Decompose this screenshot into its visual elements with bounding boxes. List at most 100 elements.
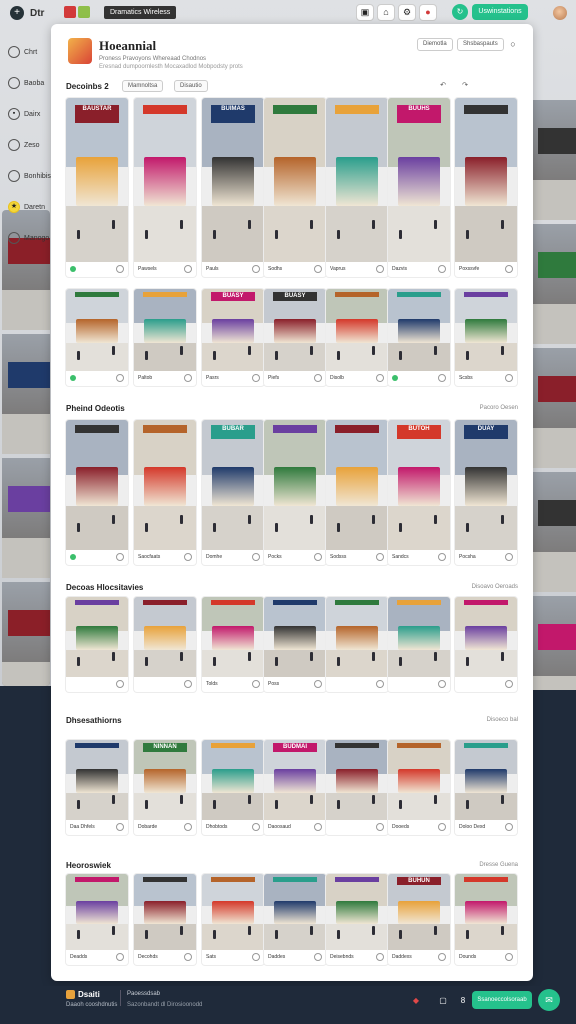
- favorite-icon[interactable]: [438, 553, 446, 561]
- header-button-2[interactable]: Shsbaspauts: [457, 38, 504, 51]
- section-see-all-link[interactable]: Dresse Guena: [479, 862, 518, 868]
- asset-card[interactable]: Daa Dhfels: [66, 740, 128, 835]
- asset-card[interactable]: Deadds: [66, 874, 128, 965]
- favorite-icon[interactable]: [505, 953, 513, 961]
- favorite-icon[interactable]: [505, 680, 513, 688]
- favorite-icon[interactable]: [376, 553, 384, 561]
- favorite-icon[interactable]: [314, 553, 322, 561]
- undo-icon[interactable]: ↶: [436, 80, 450, 92]
- asset-card[interactable]: [388, 289, 450, 386]
- sync-icon[interactable]: ↻: [452, 4, 468, 20]
- favorite-icon[interactable]: [376, 265, 384, 273]
- asset-card[interactable]: Dooeds: [388, 740, 450, 835]
- share-icon[interactable]: 8: [457, 995, 469, 1007]
- section-see-all-link[interactable]: Pacoro Oesen: [480, 405, 518, 411]
- asset-card[interactable]: [134, 597, 196, 692]
- asset-card[interactable]: [388, 597, 450, 692]
- asset-card[interactable]: Dhobtods: [202, 740, 264, 835]
- top-cta-button[interactable]: Uswinstations: [472, 4, 528, 20]
- asset-card[interactable]: NINNAN Dobarde: [134, 740, 196, 835]
- favorite-icon[interactable]: [116, 553, 124, 561]
- asset-card[interactable]: Poxssvfe: [455, 98, 517, 277]
- asset-card[interactable]: BUTOH Sandcs: [388, 420, 450, 565]
- filter-chip[interactable]: Disautio: [174, 80, 208, 92]
- close-icon[interactable]: ○: [507, 38, 519, 50]
- favorite-icon[interactable]: [116, 265, 124, 273]
- redo-icon[interactable]: ↷: [458, 80, 472, 92]
- sidebar-item[interactable]: Chrt: [8, 40, 50, 64]
- favorite-icon[interactable]: [438, 823, 446, 831]
- favorite-icon[interactable]: [184, 680, 192, 688]
- favorite-icon[interactable]: [252, 553, 260, 561]
- asset-card[interactable]: [326, 740, 388, 835]
- favorite-icon[interactable]: [116, 953, 124, 961]
- favorite-icon[interactable]: [438, 374, 446, 382]
- favorite-icon[interactable]: [116, 680, 124, 688]
- asset-card[interactable]: Tolds: [202, 597, 264, 692]
- asset-card[interactable]: [66, 597, 128, 692]
- asset-card[interactable]: BUHUN Daddexs: [388, 874, 450, 965]
- favorite-icon[interactable]: [116, 823, 124, 831]
- asset-card[interactable]: Scsbs: [455, 289, 517, 386]
- sidebar-item[interactable]: Zeso: [8, 133, 50, 157]
- favorite-icon[interactable]: [314, 680, 322, 688]
- favorite-icon[interactable]: [438, 265, 446, 273]
- asset-card[interactable]: Daddes: [264, 874, 326, 965]
- inbox-icon[interactable]: ▢: [437, 995, 449, 1007]
- header-button-1[interactable]: Diemotla: [417, 38, 453, 51]
- record-icon[interactable]: ●: [419, 4, 437, 21]
- asset-card[interactable]: BUASY Piefs: [264, 289, 326, 386]
- asset-card[interactable]: [66, 420, 128, 565]
- favorite-icon[interactable]: [252, 265, 260, 273]
- asset-card[interactable]: Saocfaats: [134, 420, 196, 565]
- favorite-icon[interactable]: [314, 953, 322, 961]
- favorite-icon[interactable]: [252, 374, 260, 382]
- favorite-icon[interactable]: [376, 374, 384, 382]
- asset-card[interactable]: Pawsels: [134, 98, 196, 277]
- favorite-icon[interactable]: [314, 265, 322, 273]
- asset-card[interactable]: [455, 597, 517, 692]
- favorite-icon[interactable]: [505, 553, 513, 561]
- favorite-icon[interactable]: [184, 265, 192, 273]
- favorite-icon[interactable]: [252, 953, 260, 961]
- asset-card[interactable]: DUAY Pocsha: [455, 420, 517, 565]
- home-icon[interactable]: ⌂: [377, 4, 395, 21]
- favorite-icon[interactable]: [116, 374, 124, 382]
- asset-card[interactable]: Sodsss: [326, 420, 388, 565]
- section-see-all-link[interactable]: Disoeco bal: [487, 717, 518, 723]
- asset-card[interactable]: Sodhs: [264, 98, 326, 277]
- asset-card[interactable]: [66, 289, 128, 386]
- favorite-icon[interactable]: [505, 823, 513, 831]
- favorite-icon[interactable]: [438, 953, 446, 961]
- avatar[interactable]: [553, 6, 567, 20]
- favorite-icon[interactable]: [184, 374, 192, 382]
- asset-card[interactable]: Deisebnds: [326, 874, 388, 965]
- favorite-icon[interactable]: [438, 680, 446, 688]
- asset-card[interactable]: BUBAR Domhe: [202, 420, 264, 565]
- asset-card[interactable]: BAUSTAR: [66, 98, 128, 277]
- favorite-icon[interactable]: [376, 680, 384, 688]
- favorite-icon[interactable]: [314, 823, 322, 831]
- alert-icon[interactable]: ◆: [410, 995, 422, 1007]
- asset-card[interactable]: Decohds: [134, 874, 196, 965]
- camera-icon[interactable]: ▣: [356, 4, 374, 21]
- footer-cta-button[interactable]: Ssanoeccolsoraab: [472, 991, 532, 1009]
- chat-icon[interactable]: ✉: [538, 989, 560, 1011]
- asset-card[interactable]: BUUHS Dazvis: [388, 98, 450, 277]
- filter-chip[interactable]: Mamnoltsa: [122, 80, 164, 92]
- asset-card[interactable]: Pocks: [264, 420, 326, 565]
- favorite-icon[interactable]: [184, 553, 192, 561]
- section-see-all-link[interactable]: Disoavo Oeroads: [472, 584, 518, 590]
- favorite-icon[interactable]: [376, 823, 384, 831]
- sidebar-item[interactable]: Manogo: [8, 226, 50, 250]
- asset-card[interactable]: BUASY Pasrs: [202, 289, 264, 386]
- sidebar-item[interactable]: ★ Daretn: [8, 195, 50, 219]
- favorite-icon[interactable]: [505, 374, 513, 382]
- asset-card[interactable]: Poss: [264, 597, 326, 692]
- asset-card[interactable]: Vaprus: [326, 98, 388, 277]
- settings-icon[interactable]: ⚙: [398, 4, 416, 21]
- favorite-icon[interactable]: [184, 953, 192, 961]
- favorite-icon[interactable]: [252, 823, 260, 831]
- sidebar-item[interactable]: ▪ Dairx: [8, 102, 50, 126]
- sidebar-item[interactable]: Bonhibisu: [8, 164, 55, 188]
